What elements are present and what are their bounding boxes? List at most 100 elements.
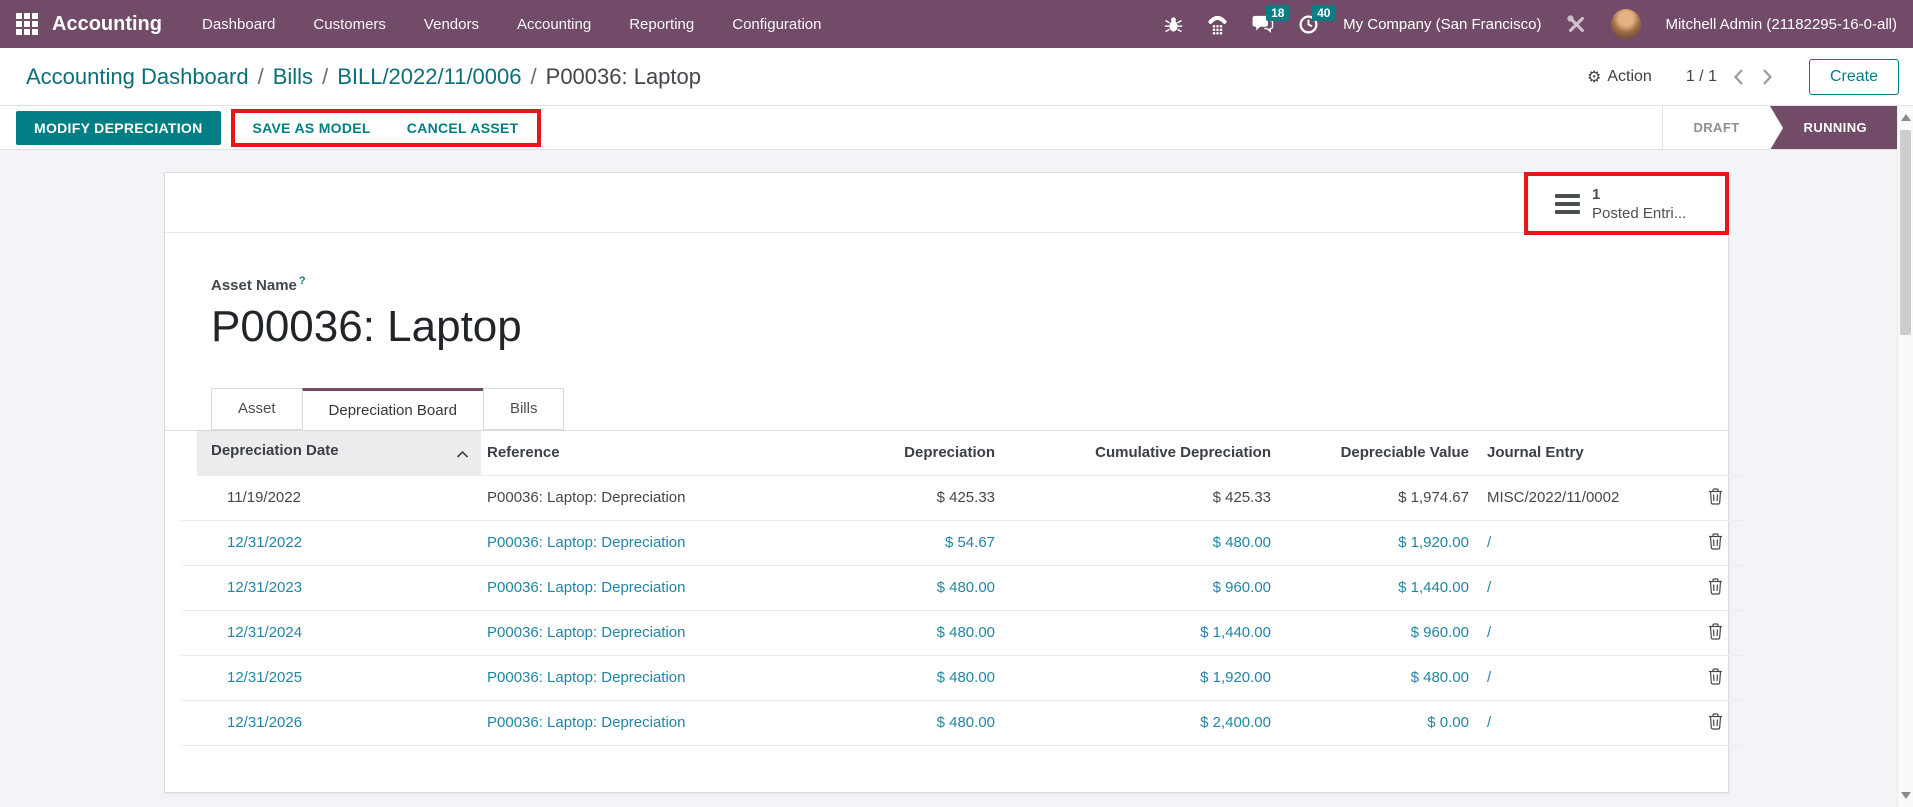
- cell-depreciation: $ 480.00: [811, 655, 1011, 700]
- cell-cumulative-depreciation: $ 480.00: [1011, 520, 1287, 565]
- scrollbar-thumb[interactable]: [1900, 130, 1911, 335]
- menu-dashboard[interactable]: Dashboard: [202, 16, 275, 33]
- table-row[interactable]: 11/19/2022 P00036: Laptop: Depreciation …: [181, 475, 1745, 520]
- form-sheet: 1 Posted Entri... Asset Name? P00036: La…: [164, 172, 1729, 793]
- cell-depreciable-value: $ 0.00: [1287, 700, 1485, 745]
- cell-depreciation: $ 480.00: [811, 565, 1011, 610]
- help-marker: ?: [299, 275, 306, 287]
- breadcrumb-bills[interactable]: Bills: [273, 64, 313, 90]
- activities-clock-icon[interactable]: 40: [1298, 14, 1319, 35]
- status-draft[interactable]: DRAFT: [1663, 106, 1769, 149]
- action-menu-button[interactable]: ⚙ Action: [1587, 68, 1652, 86]
- cell-reference: P00036: Laptop: Depreciation: [481, 475, 811, 520]
- table-row[interactable]: 12/31/2025 P00036: Laptop: Depreciation …: [181, 655, 1745, 700]
- cell-depreciable-value: $ 960.00: [1287, 610, 1485, 655]
- cell-depreciation-date: 12/31/2025: [181, 655, 481, 700]
- cell-depreciation-date: 12/31/2026: [181, 700, 481, 745]
- column-header-depreciable-value[interactable]: Depreciable Value: [1287, 431, 1485, 475]
- pager-value[interactable]: 1 / 1: [1686, 68, 1717, 86]
- menu-customers[interactable]: Customers: [313, 16, 386, 33]
- pager-previous-icon[interactable]: [1731, 66, 1746, 88]
- delete-row-trash-icon[interactable]: [1704, 531, 1727, 555]
- cell-reference: P00036: Laptop: Depreciation: [481, 655, 811, 700]
- menu-configuration[interactable]: Configuration: [732, 16, 821, 33]
- tools-icon[interactable]: [1565, 13, 1587, 35]
- cell-cumulative-depreciation: $ 1,440.00: [1011, 610, 1287, 655]
- column-header-depreciation[interactable]: Depreciation: [811, 431, 1011, 475]
- breadcrumb: Accounting Dashboard / Bills / BILL/2022…: [26, 64, 701, 90]
- sort-ascending-icon: [456, 446, 469, 463]
- cell-reference: P00036: Laptop: Depreciation: [481, 565, 811, 610]
- create-button[interactable]: Create: [1809, 59, 1899, 95]
- cell-journal-entry[interactable]: /: [1485, 520, 1685, 565]
- top-navbar: Accounting Dashboard Customers Vendors A…: [0, 0, 1913, 48]
- pager: 1 / 1: [1686, 66, 1775, 88]
- pager-next-icon[interactable]: [1760, 66, 1775, 88]
- delete-row-trash-icon[interactable]: [1704, 711, 1727, 735]
- cell-journal-entry[interactable]: /: [1485, 655, 1685, 700]
- delete-row-trash-icon[interactable]: [1704, 621, 1727, 645]
- apps-grid-icon[interactable]: [16, 13, 38, 35]
- breadcrumb-bill-record[interactable]: BILL/2022/11/0006: [337, 64, 521, 90]
- cell-reference: P00036: Laptop: Depreciation: [481, 610, 811, 655]
- save-as-model-button[interactable]: SAVE AS MODEL: [239, 113, 385, 143]
- scrollbar-up-arrow-icon[interactable]: [1901, 114, 1911, 121]
- gear-icon: ⚙: [1587, 69, 1601, 85]
- column-header-journal-entry[interactable]: Journal Entry: [1485, 431, 1685, 475]
- company-switcher[interactable]: My Company (San Francisco): [1343, 16, 1541, 33]
- statusbar: DRAFT RUNNING: [1662, 106, 1897, 149]
- cell-cumulative-depreciation: $ 2,400.00: [1011, 700, 1287, 745]
- table-row[interactable]: 12/31/2026 P00036: Laptop: Depreciation …: [181, 700, 1745, 745]
- breadcrumb-separator: /: [249, 64, 273, 90]
- delete-row-trash-icon[interactable]: [1704, 666, 1727, 690]
- breadcrumb-current: P00036: Laptop: [546, 64, 701, 90]
- scrollbar-down-arrow-icon[interactable]: [1901, 792, 1911, 799]
- tab-depreciation-board[interactable]: Depreciation Board: [302, 388, 484, 430]
- column-header-cumulative-depreciation[interactable]: Cumulative Depreciation: [1011, 431, 1287, 475]
- cell-journal-entry[interactable]: /: [1485, 700, 1685, 745]
- status-running[interactable]: RUNNING: [1770, 106, 1897, 149]
- form-button-bar: MODIFY DEPRECIATION SAVE AS MODEL CANCEL…: [0, 106, 1913, 150]
- menu-reporting[interactable]: Reporting: [629, 16, 694, 33]
- cell-depreciable-value: $ 480.00: [1287, 655, 1485, 700]
- column-header-depreciation-date[interactable]: Depreciation Date: [181, 431, 481, 475]
- menu-accounting[interactable]: Accounting: [517, 16, 591, 33]
- user-avatar[interactable]: [1611, 9, 1641, 39]
- cell-depreciation-date: 12/31/2024: [181, 610, 481, 655]
- messages-badge: 18: [1266, 5, 1289, 21]
- breadcrumb-accounting-dashboard[interactable]: Accounting Dashboard: [26, 64, 249, 90]
- annotation-box-buttons: SAVE AS MODEL CANCEL ASSET: [231, 109, 541, 147]
- cell-depreciation: $ 480.00: [811, 700, 1011, 745]
- journal-entries-list-icon: [1555, 194, 1580, 214]
- delete-row-trash-icon[interactable]: [1704, 486, 1727, 510]
- tab-asset[interactable]: Asset: [211, 388, 303, 430]
- messages-icon[interactable]: 18: [1252, 14, 1274, 34]
- cell-journal-entry[interactable]: /: [1485, 610, 1685, 655]
- breadcrumb-separator: /: [522, 64, 546, 90]
- menu-vendors[interactable]: Vendors: [424, 16, 479, 33]
- cell-journal-entry[interactable]: /: [1485, 565, 1685, 610]
- cancel-asset-button[interactable]: CANCEL ASSET: [393, 113, 533, 143]
- modify-depreciation-button[interactable]: MODIFY DEPRECIATION: [16, 111, 221, 145]
- delete-row-trash-icon[interactable]: [1704, 576, 1727, 600]
- cell-cumulative-depreciation: $ 1,920.00: [1011, 655, 1287, 700]
- depreciation-board-table: Depreciation Date Reference Depreciation…: [165, 431, 1745, 746]
- cell-depreciation: $ 54.67: [811, 520, 1011, 565]
- app-name: Accounting: [52, 13, 162, 36]
- cell-depreciation-date: 12/31/2022: [181, 520, 481, 565]
- voip-phone-icon[interactable]: [1207, 14, 1228, 35]
- cell-reference: P00036: Laptop: Depreciation: [481, 520, 811, 565]
- table-row[interactable]: 12/31/2022 P00036: Laptop: Depreciation …: [181, 520, 1745, 565]
- posted-entries-stat-button[interactable]: 1 Posted Entri...: [1528, 176, 1725, 231]
- table-row[interactable]: 12/31/2023 P00036: Laptop: Depreciation …: [181, 565, 1745, 610]
- cell-journal-entry[interactable]: MISC/2022/11/0002: [1485, 475, 1685, 520]
- annotation-box-stat-button: 1 Posted Entri...: [1524, 172, 1729, 235]
- table-row[interactable]: 12/31/2024 P00036: Laptop: Depreciation …: [181, 610, 1745, 655]
- tab-bills[interactable]: Bills: [483, 388, 565, 430]
- bug-icon[interactable]: [1164, 15, 1183, 34]
- column-header-reference[interactable]: Reference: [481, 431, 811, 475]
- activities-badge: 40: [1312, 5, 1335, 21]
- cell-depreciation: $ 480.00: [811, 610, 1011, 655]
- user-menu[interactable]: Mitchell Admin (21182295-16-0-all): [1665, 16, 1897, 33]
- asset-title-field[interactable]: P00036: Laptop: [211, 302, 1728, 352]
